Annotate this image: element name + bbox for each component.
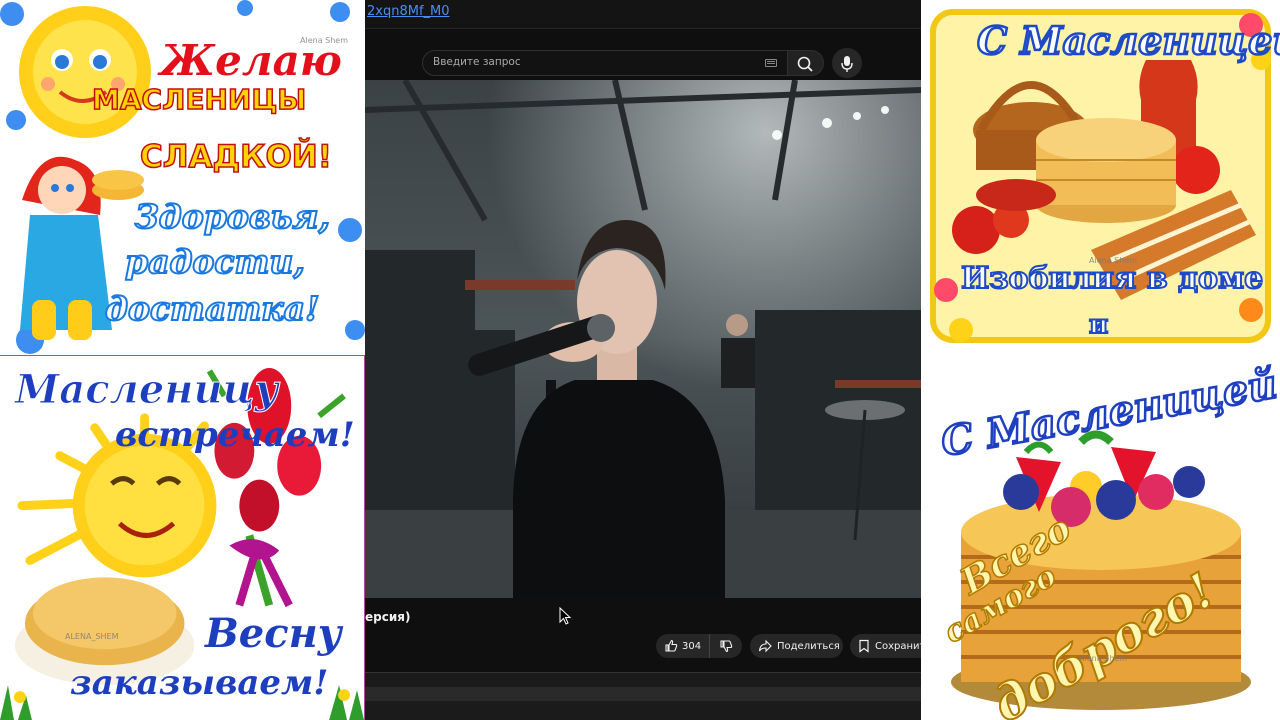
- card-text-line5: радости,: [124, 242, 306, 281]
- search-icon: [797, 56, 813, 72]
- card-text-line3: СЛАДКОЙ!: [139, 139, 332, 175]
- share-label: Поделиться: [777, 640, 840, 652]
- card-text-line2: встречаем!: [115, 415, 355, 455]
- search-button[interactable]: [788, 50, 824, 76]
- card-text-line1: Масленицу: [15, 366, 280, 413]
- card-watermark: Alena Shem: [1079, 654, 1127, 663]
- video-title-row: ерсия): [365, 606, 410, 626]
- video-frame: [365, 80, 921, 598]
- save-button[interactable]: Сохранить: [850, 634, 921, 658]
- save-label: Сохранить: [875, 640, 921, 652]
- share-icon: [758, 639, 772, 653]
- card-text-line4: Здоровья,: [134, 197, 331, 236]
- card-watermark: Alena Shem: [300, 36, 348, 45]
- microphone-icon: [841, 56, 853, 72]
- card-text-line2: Изобилия в доме: [960, 261, 1264, 296]
- screen: Желаю МАСЛЕНИЦЫ СЛАДКОЙ! Здоровья, радос…: [0, 0, 1280, 720]
- card-text-line3: Весну: [205, 610, 342, 657]
- thumbs-up-icon: [665, 639, 678, 652]
- like-dislike-group: 304: [656, 634, 742, 658]
- greeting-card-top-right: С Масленицей! Изобилия в доме и Alena Sh…: [921, 0, 1280, 352]
- share-button[interactable]: Поделиться: [750, 634, 843, 658]
- video-url-link[interactable]: 2xqn8Mf_M0: [367, 4, 450, 19]
- thumbs-down-icon: [720, 640, 733, 653]
- url-strip: 2xqn8Mf_M0: [365, 0, 921, 28]
- bookmark-icon: [859, 639, 869, 653]
- card-text-line2: МАСЛЕНИЦЫ: [91, 83, 307, 116]
- like-count: 304: [682, 640, 702, 652]
- mouse-cursor-icon: [559, 607, 571, 625]
- like-button[interactable]: 304: [656, 634, 709, 658]
- card-watermark: ALENA_SHEM: [65, 632, 119, 641]
- card-text-line6: достатка!: [104, 289, 320, 328]
- greeting-card-bottom-left: Масленицу встречаем! Весну заказываем! A…: [0, 355, 365, 720]
- card-text-line1: С Масленицей!: [976, 18, 1280, 63]
- card-text-line4: заказываем!: [70, 663, 329, 703]
- keyboard-icon[interactable]: [765, 59, 777, 67]
- youtube-header: [365, 28, 921, 80]
- voice-search-button[interactable]: [832, 48, 862, 78]
- video-title[interactable]: ерсия): [365, 610, 410, 624]
- video-player[interactable]: [365, 80, 921, 598]
- dislike-button[interactable]: [709, 634, 742, 658]
- card-text-line1: Желаю: [160, 36, 342, 85]
- greeting-card-bottom-right: С Масленицей! Всего самого доброго! Alen…: [921, 352, 1280, 720]
- search-box[interactable]: [422, 50, 788, 76]
- search-input[interactable]: [433, 56, 743, 68]
- page-bottom-band: [365, 672, 921, 720]
- youtube-window: 2xqn8Mf_M0 Введите запрос ерсия) 304 Под…: [365, 0, 921, 720]
- greeting-card-top-left: Желаю МАСЛЕНИЦЫ СЛАДКОЙ! Здоровья, радос…: [0, 0, 365, 355]
- card-watermark: Alena Shem: [1089, 256, 1137, 265]
- card-text-line3: и: [1088, 310, 1109, 340]
